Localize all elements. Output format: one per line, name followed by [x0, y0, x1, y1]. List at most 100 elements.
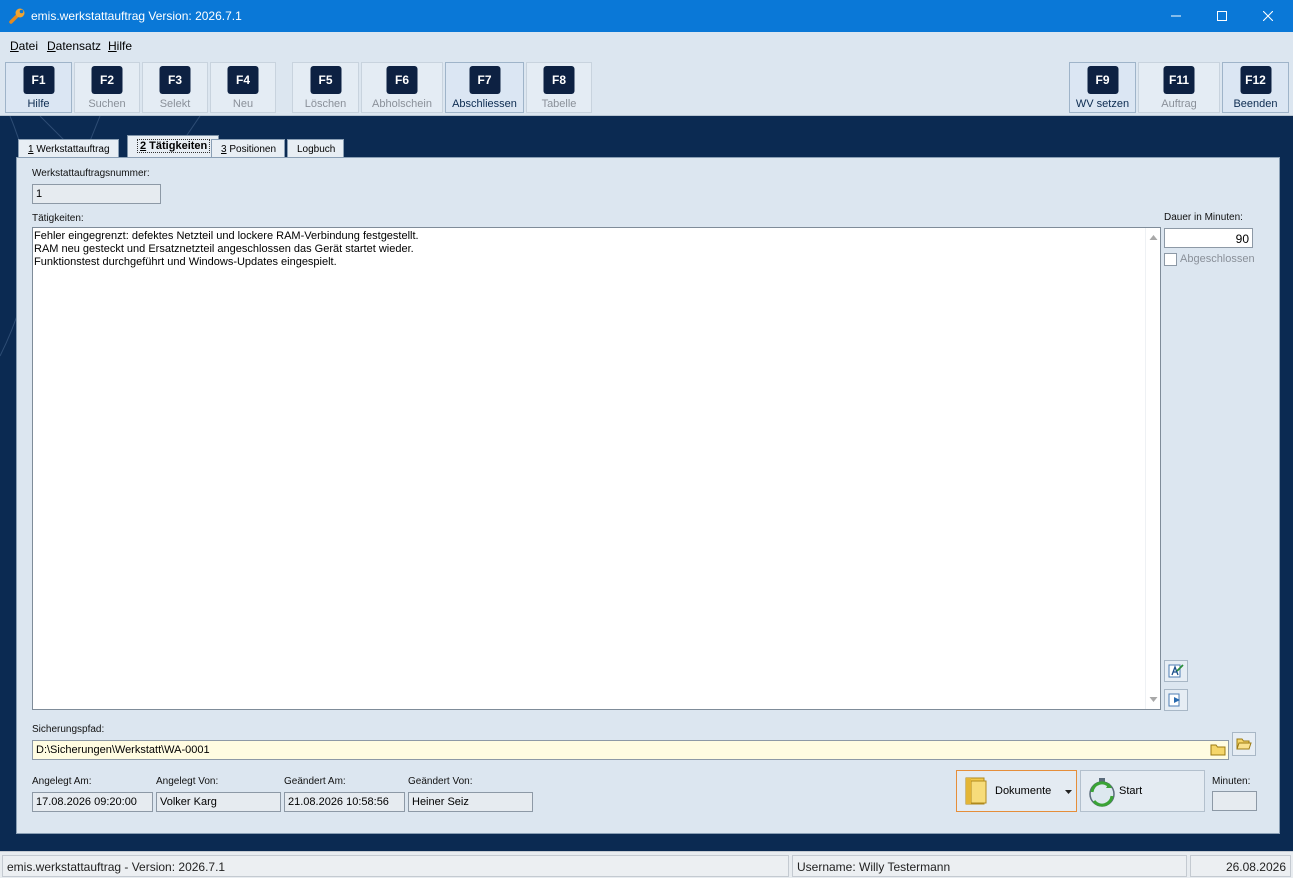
tab-werkstattauftrag-label: Werkstattauftrag [33, 144, 110, 155]
start-label: Start [1119, 785, 1143, 797]
close-icon [1263, 11, 1273, 21]
f12-label: Beenden [1233, 98, 1278, 110]
open-folder-icon [1236, 738, 1252, 750]
start-timer-button[interactable]: Start [1080, 770, 1205, 812]
f7-complete-button[interactable]: F7 Abschliessen [445, 62, 524, 113]
backup-path-label: Sicherungspfad: [32, 724, 105, 735]
activities-line: Fehler eingegrenzt: defektes Netzteil un… [34, 230, 419, 242]
completed-label: Abgeschlossen [1180, 253, 1255, 265]
activities-text: Fehler eingegrenzt: defektes Netzteil un… [34, 230, 419, 269]
f1-key-badge: F1 [23, 66, 54, 94]
minimize-button[interactable] [1153, 0, 1199, 32]
text-edit-icon [1168, 664, 1184, 678]
dropdown-arrow-icon [1065, 790, 1072, 794]
tab-logbuch[interactable]: Logbuch [287, 139, 345, 158]
changed-at-label: Geändert Am: [284, 776, 346, 787]
activities-line: RAM neu gesteckt und Ersatznetzteil ange… [34, 243, 414, 255]
tab-taetigkeiten[interactable]: 2 Tätigkeiten [127, 135, 220, 158]
menu-datei[interactable]: Datei [10, 39, 38, 53]
f9-key-badge: F9 [1087, 66, 1118, 94]
status-bar: emis.werkstattauftrag - Version: 2026.7.… [0, 851, 1293, 878]
activities-scrollbar[interactable] [1145, 228, 1160, 709]
minutes-field [1212, 791, 1257, 811]
f2-search-button[interactable]: F2 Suchen [74, 62, 140, 113]
menu-bar: Datei Datensatz Hilfe [0, 32, 1293, 59]
tab-taetigkeiten-label: Tätigkeiten [146, 140, 208, 152]
f1-label: Hilfe [27, 98, 50, 110]
activities-line: Funktionstest durchgeführt und Windows-U… [34, 256, 337, 268]
status-app-version: emis.werkstattauftrag - Version: 2026.7.… [2, 855, 789, 877]
f7-label: Abschliessen [452, 98, 517, 110]
stopwatch-icon [1089, 778, 1115, 807]
backup-path-input[interactable]: D:\Sicherungen\Werkstatt\WA-0001 [32, 740, 1229, 760]
activities-textarea[interactable]: Fehler eingegrenzt: defektes Netzteil un… [32, 227, 1161, 710]
documents-folder-icon [965, 777, 987, 805]
documents-label: Dokumente [995, 785, 1052, 797]
f8-label: Tabelle [541, 98, 577, 110]
changed-by-field: Heiner Seiz [408, 792, 533, 812]
title-bar: emis.werkstattauftrag Version: 2026.7.1 [0, 0, 1293, 32]
order-number-label: Werkstattauftragsnummer: [32, 168, 150, 179]
f11-label: Auftrag [1161, 98, 1197, 110]
f8-key-badge: F8 [543, 66, 575, 94]
f9-set-resubmission-button[interactable]: F9 WV setzen [1069, 62, 1136, 113]
f11-key-badge: F11 [1163, 66, 1195, 94]
f4-key-badge: F4 [227, 66, 259, 94]
f3-key-badge: F3 [159, 66, 191, 94]
changed-by-label: Geändert Von: [408, 776, 473, 787]
f12-key-badge: F12 [1240, 66, 1271, 94]
window-title: emis.werkstattauftrag Version: 2026.7.1 [31, 9, 242, 23]
tab-positionen[interactable]: 3 Positionen [211, 139, 286, 158]
f5-key-badge: F5 [310, 66, 341, 94]
f5-label: Löschen [304, 98, 347, 110]
f8-table-button[interactable]: F8 Tabelle [526, 62, 592, 113]
minimize-icon [1171, 15, 1181, 17]
f1-help-button[interactable]: F1 Hilfe [5, 62, 72, 113]
created-by-label: Angelegt Von: [156, 776, 219, 787]
maximize-button[interactable] [1199, 0, 1245, 32]
f3-select-button[interactable]: F3 Selekt [142, 62, 208, 113]
f3-label: Selekt [159, 98, 191, 110]
menu-hilfe[interactable]: Hilfe [108, 39, 132, 53]
status-username: Username: Willy Testermann [792, 855, 1187, 877]
documents-button[interactable]: Dokumente [956, 770, 1077, 812]
changed-at-field: 21.08.2026 10:58:56 [284, 792, 405, 812]
function-key-toolbar: F1 Hilfe F2 Suchen F3 Selekt F4 Neu F5 L… [0, 59, 1293, 116]
menu-datensatz[interactable]: Datensatz [47, 39, 101, 53]
spellcheck-button[interactable] [1164, 660, 1188, 682]
activities-label: Tätigkeiten: [32, 213, 84, 224]
f2-key-badge: F2 [91, 66, 123, 94]
f11-order-button[interactable]: F11 Auftrag [1138, 62, 1220, 113]
f6-label: Abholschein [372, 98, 432, 110]
status-date: 26.08.2026 [1190, 855, 1291, 877]
duration-label: Dauer in Minuten: [1164, 212, 1243, 223]
completed-checkbox[interactable] [1164, 253, 1177, 266]
f9-label: WV setzen [1075, 98, 1130, 110]
tab-werkstattauftrag[interactable]: 1 Werkstattauftrag [18, 139, 119, 158]
f7-key-badge: F7 [469, 66, 500, 94]
browse-folder-button[interactable] [1232, 732, 1256, 756]
insert-text-button[interactable] [1164, 689, 1188, 711]
f12-exit-button[interactable]: F12 Beenden [1222, 62, 1289, 113]
order-number-field[interactable]: 1 [32, 184, 161, 204]
f4-new-button[interactable]: F4 Neu [210, 62, 276, 113]
wrench-icon [9, 8, 25, 24]
duration-input[interactable]: 90 [1164, 228, 1253, 248]
tab-logbuch-label: Logbuch [297, 144, 336, 155]
minutes-label: Minuten: [1212, 776, 1251, 787]
f6-pickup-slip-button[interactable]: F6 Abholschein [361, 62, 443, 113]
scroll-up-arrow-icon[interactable] [1146, 230, 1161, 245]
f4-label: Neu [232, 98, 254, 110]
tab-positionen-label: Positionen [226, 144, 277, 155]
created-at-field: 17.08.2026 09:20:00 [32, 792, 153, 812]
created-by-field: Volker Karg [156, 792, 281, 812]
f5-delete-button[interactable]: F5 Löschen [292, 62, 359, 113]
close-button[interactable] [1245, 0, 1291, 32]
folder-icon[interactable] [1210, 742, 1227, 757]
f2-label: Suchen [88, 98, 126, 110]
f6-key-badge: F6 [386, 66, 418, 94]
maximize-icon [1217, 11, 1227, 21]
created-at-label: Angelegt Am: [32, 776, 92, 787]
document-arrow-icon [1168, 693, 1180, 707]
scroll-down-arrow-icon[interactable] [1146, 692, 1161, 707]
